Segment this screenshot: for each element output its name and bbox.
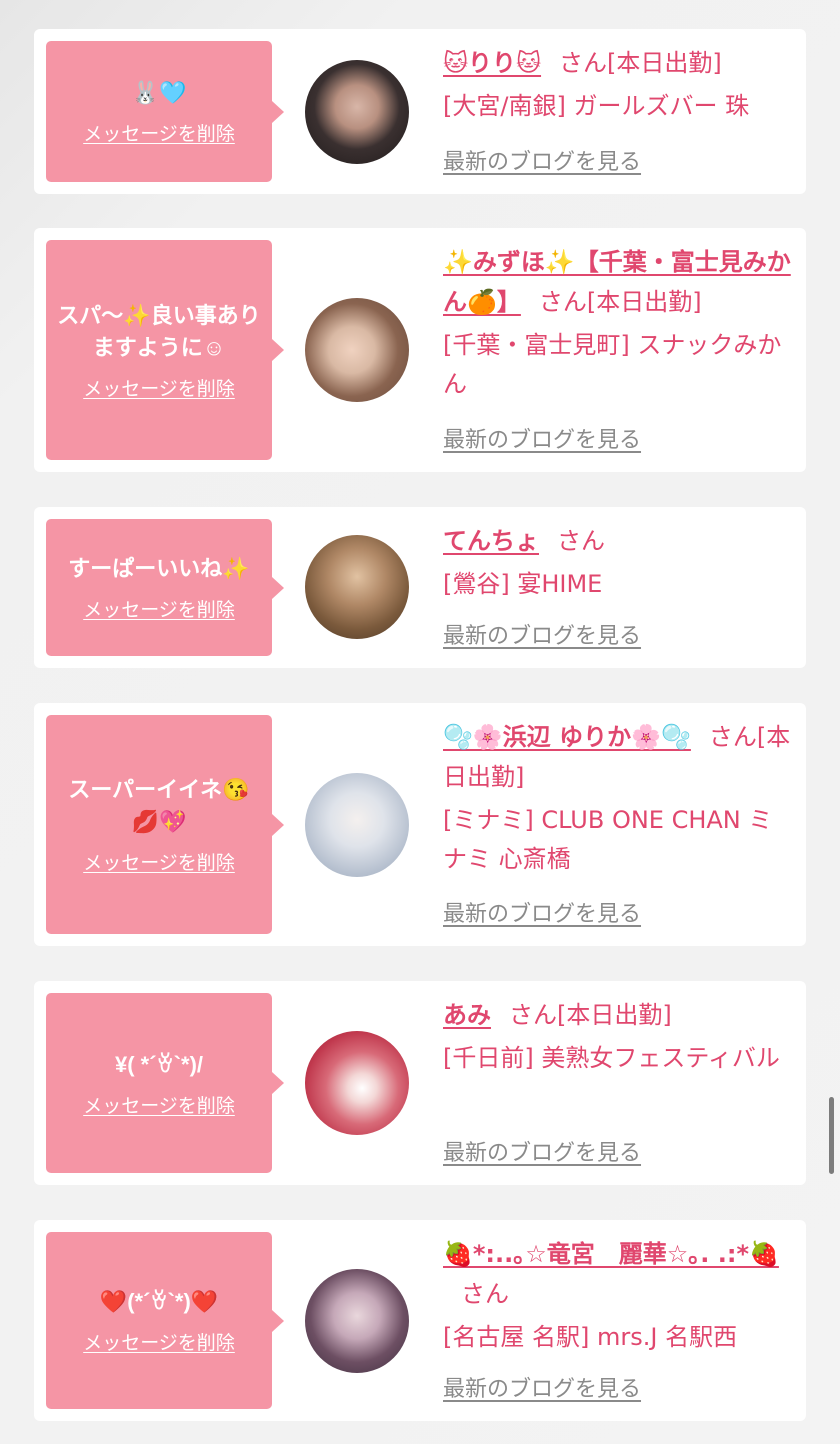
message-card: すーぱーいいね✨ メッセージを削除 てんちょ さん [鶯谷] 宴HIME 最新のブ… [34, 507, 806, 668]
message-card: スーパーイイネ😘💋💖 メッセージを削除 🫧🌸浜辺 ゆりか🌸🫧 さん[本日出勤] [… [34, 703, 806, 946]
message-text: ¥( *´ꈊ`*)/ [114, 1051, 204, 1077]
cast-info: てんちょ さん [鶯谷] 宴HIME [443, 521, 792, 604]
latest-blog-link[interactable]: 最新のブログを見る [443, 1135, 641, 1167]
message-bubble: ❤️(*´ꈊ`*)❤️ メッセージを削除 [46, 1232, 284, 1409]
delete-message-link[interactable]: メッセージを削除 [83, 595, 235, 622]
delete-message-link[interactable]: メッセージを削除 [83, 374, 235, 401]
honorific: さん[本日出勤] [559, 49, 722, 77]
honorific: さん [461, 1280, 509, 1308]
delete-message-link[interactable]: メッセージを削除 [83, 119, 235, 146]
message-bubble: スーパーイイネ😘💋💖 メッセージを削除 [46, 715, 284, 934]
cast-name-link[interactable]: 🍓*:..｡☆竜宮 麗華☆｡. .:*🍓 [443, 1240, 779, 1268]
message-text: スーパーイイネ😘💋💖 [68, 777, 250, 834]
honorific: さん[本日出勤] [538, 288, 702, 316]
shop-info: [鶯谷] 宴HIME [443, 570, 603, 598]
message-bubble: スパ〜✨良い事ありますように☺ メッセージを削除 [46, 240, 284, 460]
avatar[interactable] [305, 298, 409, 402]
shop-info: [千葉・富士見町] スナックみかん [443, 331, 782, 398]
avatar[interactable] [305, 1031, 409, 1135]
shop-info: [大宮/南銀] ガールズバー 珠 [443, 92, 750, 120]
honorific: さん[本日出勤] [509, 1001, 672, 1029]
cast-name-link[interactable]: あみ [443, 1001, 491, 1029]
shop-info: [千日前] 美熟女フェスティバル [443, 1044, 780, 1072]
message-bubble: ¥( *´ꈊ`*)/ メッセージを削除 [46, 993, 284, 1173]
message-text: ❤️(*´ꈊ`*)❤️ [99, 1289, 219, 1314]
latest-blog-link[interactable]: 最新のブログを見る [443, 422, 641, 454]
cast-info: 🐱りり🐱 さん[本日出勤] [大宮/南銀] ガールズバー 珠 [443, 43, 792, 126]
avatar[interactable] [305, 535, 409, 639]
cast-name-link[interactable]: 🐱りり🐱 [443, 49, 541, 77]
cast-info: 🍓*:..｡☆竜宮 麗華☆｡. .:*🍓 さん [名古屋 名駅] mrs.J 名駅… [443, 1234, 792, 1357]
message-card: スパ〜✨良い事ありますように☺ メッセージを削除 ✨みずほ✨【千葉・富士見みかん… [34, 228, 806, 472]
delete-message-link[interactable]: メッセージを削除 [83, 1328, 235, 1355]
delete-message-link[interactable]: メッセージを削除 [83, 848, 235, 875]
message-card: 🐰🩵 メッセージを削除 🐱りり🐱 さん[本日出勤] [大宮/南銀] ガールズバー … [34, 29, 806, 194]
message-bubble: 🐰🩵 メッセージを削除 [46, 41, 284, 182]
message-text: スパ〜✨良い事ありますように☺ [57, 302, 261, 360]
shop-info: [ミナミ] CLUB ONE CHAN ミナミ 心斎橋 [443, 806, 773, 873]
latest-blog-link[interactable]: 最新のブログを見る [443, 144, 641, 176]
cast-info: 🫧🌸浜辺 ゆりか🌸🫧 さん[本日出勤] [ミナミ] CLUB ONE CHAN ミ… [443, 717, 792, 879]
honorific: さん [557, 527, 605, 555]
avatar[interactable] [305, 60, 409, 164]
message-bubble: すーぱーいいね✨ メッセージを削除 [46, 519, 284, 656]
avatar[interactable] [305, 773, 409, 877]
latest-blog-link[interactable]: 最新のブログを見る [443, 1371, 641, 1403]
message-text: すーぱーいいね✨ [68, 556, 250, 581]
cast-name-link[interactable]: 🫧🌸浜辺 ゆりか🌸🫧 [443, 723, 691, 751]
latest-blog-link[interactable]: 最新のブログを見る [443, 618, 641, 650]
shop-info: [名古屋 名駅] mrs.J 名駅西 [443, 1323, 738, 1351]
scrollbar[interactable] [829, 1097, 834, 1174]
message-card: ¥( *´ꈊ`*)/ メッセージを削除 あみ さん[本日出勤] [千日前] 美熟女… [34, 981, 806, 1185]
cast-name-link[interactable]: てんちょ [443, 527, 539, 555]
cast-info: あみ さん[本日出勤] [千日前] 美熟女フェスティバル [443, 995, 792, 1078]
latest-blog-link[interactable]: 最新のブログを見る [443, 896, 641, 928]
avatar[interactable] [305, 1269, 409, 1373]
message-card: ❤️(*´ꈊ`*)❤️ メッセージを削除 🍓*:..｡☆竜宮 麗華☆｡. .:*… [34, 1220, 806, 1421]
cast-info: ✨みずほ✨【千葉・富士見みかん🍊】 さん[本日出勤] [千葉・富士見町] スナック… [443, 242, 792, 404]
message-text: 🐰🩵 [131, 80, 187, 105]
delete-message-link[interactable]: メッセージを削除 [83, 1091, 235, 1118]
